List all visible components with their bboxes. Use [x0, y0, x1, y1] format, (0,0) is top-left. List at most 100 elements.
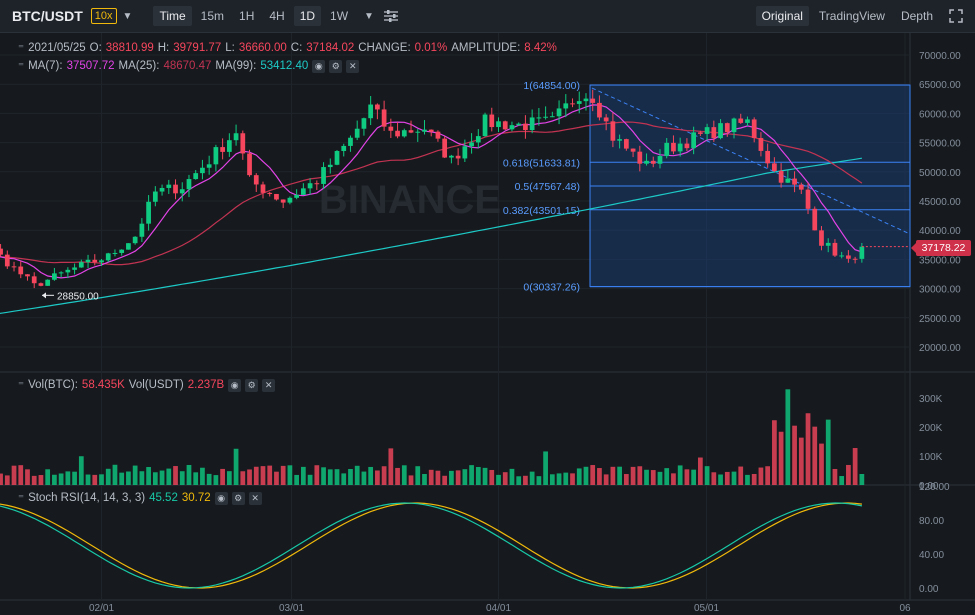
volume-bar	[200, 467, 205, 485]
eye-icon[interactable]: ◉	[228, 378, 242, 392]
candle-body	[233, 133, 239, 141]
candle-body	[334, 151, 340, 165]
gear-icon[interactable]: ⚙	[231, 491, 245, 505]
candle-body	[314, 183, 320, 185]
candle-body	[846, 255, 851, 259]
volume-bar	[805, 413, 811, 485]
change-value: 0.01%	[414, 42, 448, 54]
candle-body	[502, 121, 508, 130]
volume-bar	[671, 473, 676, 485]
collapse-icon[interactable]: ⁼	[18, 59, 24, 73]
candle-body	[650, 160, 656, 164]
close-label: C:	[290, 42, 303, 54]
settings-sliders-icon[interactable]	[383, 10, 398, 22]
tab-4h[interactable]: 4H	[263, 6, 290, 26]
volume-bar	[307, 474, 313, 485]
volume-bar	[536, 476, 542, 485]
tab-depth[interactable]: Depth	[895, 6, 939, 26]
collapse-icon[interactable]: ⁼	[18, 491, 24, 505]
fullscreen-icon[interactable]	[949, 9, 963, 23]
eye-icon[interactable]: ◉	[214, 491, 228, 505]
candle-body	[18, 266, 24, 275]
rsi-label: Stoch RSI(14, 14, 3, 3)	[28, 492, 146, 504]
candle-body	[590, 98, 596, 103]
gear-icon[interactable]: ⚙	[329, 59, 343, 73]
candle-body	[173, 184, 178, 194]
volume-bar	[341, 473, 347, 485]
volume-bar	[482, 467, 488, 485]
rsi-tick-label: 0.00	[919, 584, 939, 595]
eye-icon[interactable]: ◉	[312, 59, 326, 73]
collapse-icon[interactable]: ⁼	[18, 378, 24, 392]
vol-usdt-label: Vol(USDT)	[128, 379, 184, 391]
candle-body	[718, 123, 723, 139]
close-icon[interactable]: ✕	[248, 491, 262, 505]
candle-body	[119, 249, 125, 253]
close-icon[interactable]: ✕	[346, 59, 360, 73]
tab-original[interactable]: Original	[755, 6, 809, 26]
volume-bar	[684, 469, 690, 485]
volume-bar	[778, 431, 784, 485]
volume-bar	[314, 465, 320, 485]
candle-body	[859, 246, 865, 259]
volume-bar	[630, 466, 636, 485]
volume-bar	[253, 466, 259, 485]
candle-body	[301, 188, 306, 195]
volume-bar	[65, 471, 71, 485]
volume-bar	[186, 464, 192, 485]
vol-usdt-value: 2.237B	[187, 379, 225, 391]
gear-icon[interactable]: ⚙	[245, 378, 259, 392]
volume-tick-label: 100K	[919, 452, 943, 463]
volume-bar	[274, 471, 279, 485]
volume-bar	[105, 468, 111, 485]
volume-bar	[119, 472, 125, 485]
tab-time[interactable]: Time	[153, 6, 192, 26]
candle-body	[274, 193, 279, 200]
tab-1h[interactable]: 1H	[233, 6, 260, 26]
price-tick-label: 55000.00	[919, 139, 961, 150]
candle-body	[496, 121, 501, 128]
close-icon[interactable]: ✕	[262, 378, 276, 392]
candle-body	[570, 103, 575, 105]
tab-15m[interactable]: 15m	[195, 6, 230, 26]
volume-bar	[280, 465, 286, 485]
volume-bar	[422, 474, 427, 485]
tab-1d[interactable]: 1D	[293, 6, 322, 26]
volume-bar	[758, 467, 764, 485]
volume-bar	[583, 466, 589, 485]
low-value: 36660.00	[238, 42, 287, 54]
tab-tradingview[interactable]: TradingView	[813, 6, 891, 26]
fib-level-label: 0.5(47567.48)	[515, 181, 580, 193]
collapse-icon[interactable]: ⁼	[18, 41, 24, 55]
volume-bar	[428, 469, 434, 485]
volume-bar	[724, 471, 730, 485]
ma7-label: MA(7):	[28, 60, 63, 72]
candle-body	[85, 259, 91, 263]
candle-body	[361, 118, 367, 129]
volume-bar	[859, 474, 865, 485]
candle-body	[671, 142, 676, 152]
high-label: H:	[157, 42, 170, 54]
price-chart[interactable]: 70000.00 65000.00 60000.00 55000.00 50000.00…	[0, 33, 975, 615]
candle-body	[179, 189, 185, 194]
candle-body	[132, 236, 138, 244]
pair-title[interactable]: BTC/USDT	[12, 8, 83, 24]
volume-bar	[711, 472, 717, 485]
volume-bar	[590, 465, 596, 485]
volume-bar	[31, 475, 37, 485]
volume-bar	[698, 457, 703, 485]
chevron-down-icon[interactable]: ▼	[123, 11, 133, 22]
leverage-badge: 10x	[90, 8, 117, 24]
candle-body	[819, 230, 824, 246]
volume-bar	[623, 474, 629, 485]
candle-body	[576, 101, 582, 104]
volume-bar	[193, 472, 199, 485]
candle-body	[99, 260, 104, 263]
volume-bar	[415, 466, 421, 485]
tab-1w[interactable]: 1W	[324, 6, 354, 26]
volume-bar	[152, 472, 158, 485]
more-intervals-chevron-icon[interactable]: ▼	[364, 11, 374, 22]
volume-bar	[718, 474, 723, 485]
volume-bar	[321, 467, 326, 485]
candle-body	[58, 272, 64, 274]
